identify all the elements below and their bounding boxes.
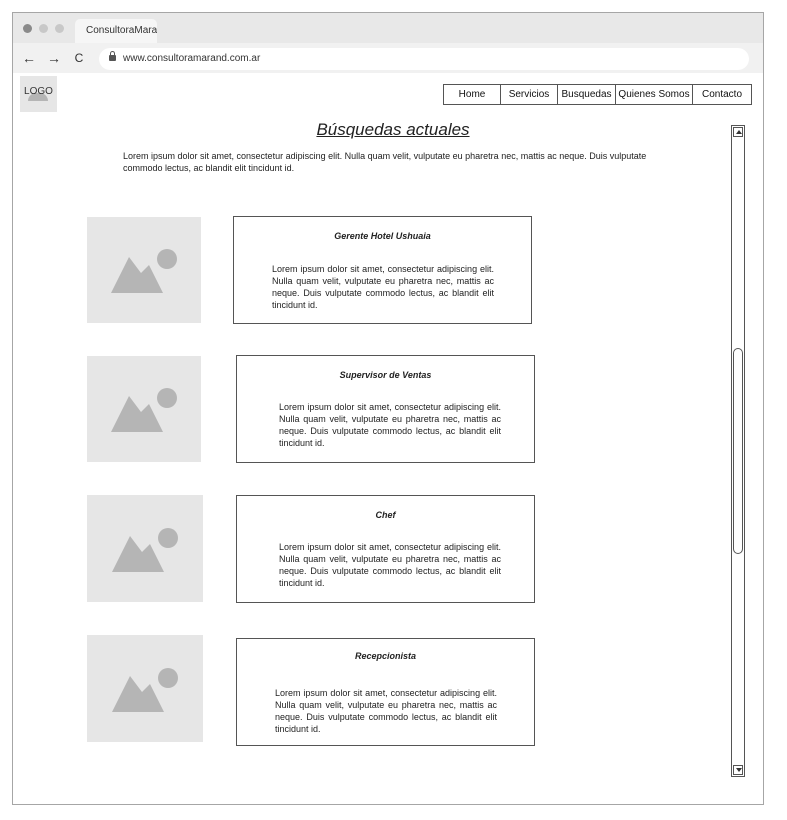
image-placeholder-icon (111, 388, 177, 432)
url-text: www.consultoramarand.com.ar (123, 53, 261, 64)
scroll-up-button[interactable] (733, 127, 743, 137)
job-title: Supervisor de Ventas (339, 370, 432, 380)
image-placeholder-icon (111, 249, 177, 293)
job-image-placeholder (87, 495, 203, 602)
page-title: Búsquedas actuales (316, 120, 470, 139)
job-card[interactable]: Recepcionista Lorem ipsum dolor sit amet… (236, 638, 535, 746)
job-title: Chef (375, 510, 396, 520)
top-navigation: Home Servicios Busquedas Quienes Somos C… (443, 84, 752, 105)
nav-item-busquedas[interactable]: Busquedas (558, 85, 616, 104)
job-card[interactable]: Chef Lorem ipsum dolor sit amet, consect… (236, 495, 535, 603)
job-image-placeholder (87, 217, 201, 323)
back-arrow-icon[interactable]: ← (21, 50, 37, 66)
window-maximize-dot[interactable] (55, 24, 64, 33)
browser-tab[interactable]: ConsultoraMarand (75, 19, 157, 43)
nav-item-servicios[interactable]: Servicios (501, 85, 558, 104)
vertical-scrollbar[interactable] (731, 125, 745, 777)
job-description: Lorem ipsum dolor sit amet, consectetur … (279, 402, 501, 448)
browser-titlebar: ConsultoraMarand (13, 13, 763, 43)
nav-item-home[interactable]: Home (444, 85, 501, 104)
job-title: Gerente Hotel Ushuaia (334, 231, 431, 241)
nav-item-contacto[interactable]: Contacto (693, 85, 751, 104)
nav-item-quienes-somos[interactable]: Quienes Somos (616, 85, 693, 104)
job-title: Recepcionista (354, 651, 417, 661)
window-close-dot[interactable] (23, 24, 32, 33)
image-placeholder-icon (112, 528, 178, 572)
job-image-placeholder (87, 635, 203, 742)
image-placeholder-icon (112, 668, 178, 712)
job-description: Lorem ipsum dolor sit amet, consectetur … (272, 264, 494, 310)
scroll-down-button[interactable] (733, 765, 743, 775)
scrollbar-thumb[interactable] (733, 348, 743, 554)
logo[interactable]: LOGO (20, 76, 57, 112)
browser-window: ConsultoraMarand ← → C www.consultoramar… (12, 12, 764, 805)
job-card[interactable]: Supervisor de Ventas Lorem ipsum dolor s… (236, 355, 535, 463)
job-description: Lorem ipsum dolor sit amet, consectetur … (275, 688, 497, 734)
caret-down-icon (736, 768, 742, 772)
window-minimize-dot[interactable] (39, 24, 48, 33)
job-image-placeholder (87, 356, 201, 462)
intro-text: Lorem ipsum dolor sit amet, consectetur … (123, 151, 647, 173)
caret-up-icon (736, 130, 742, 134)
job-card[interactable]: Gerente Hotel Ushuaia Lorem ipsum dolor … (233, 216, 532, 324)
forward-arrow-icon[interactable]: → (46, 50, 62, 66)
reload-icon[interactable]: C (71, 50, 87, 66)
url-field[interactable]: www.consultoramarand.com.ar (99, 48, 749, 70)
address-bar-row: ← → C www.consultoramarand.com.ar (13, 43, 763, 73)
lock-icon (109, 51, 116, 61)
job-description: Lorem ipsum dolor sit amet, consectetur … (279, 542, 501, 588)
logo-text: LOGO (24, 86, 53, 97)
